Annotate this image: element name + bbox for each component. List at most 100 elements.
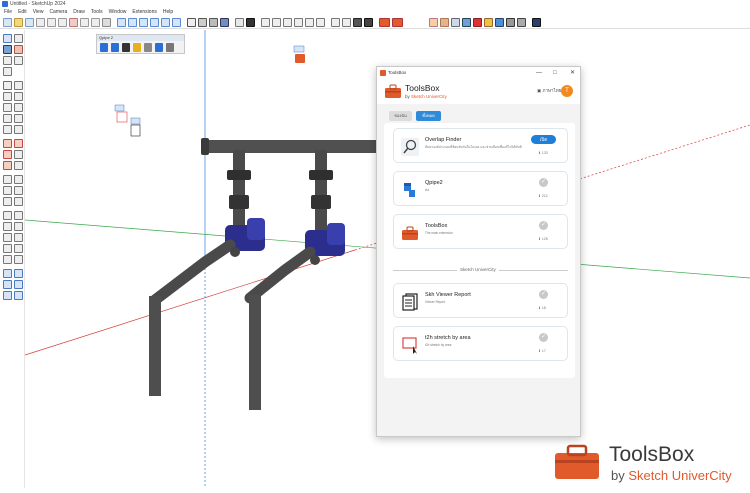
menu-window[interactable]: Window: [109, 8, 127, 16]
redo-icon[interactable]: [91, 17, 100, 27]
paint-icon[interactable]: [14, 56, 23, 65]
section-plane-icon[interactable]: [14, 255, 23, 264]
menu-help[interactable]: Help: [163, 8, 173, 16]
print-icon[interactable]: [102, 17, 111, 27]
tag-icon[interactable]: [440, 17, 449, 27]
copy-icon[interactable]: [47, 17, 56, 27]
tab-mine[interactable]: ของฉัน: [389, 111, 412, 121]
pipe-grey-icon[interactable]: [144, 43, 152, 52]
push-pull-icon[interactable]: [14, 139, 23, 148]
arc3-icon[interactable]: [3, 125, 12, 134]
shaded-icon[interactable]: [220, 17, 229, 27]
tape-icon[interactable]: [3, 175, 12, 184]
section-icon[interactable]: [283, 17, 292, 27]
sandbox4-icon[interactable]: [14, 280, 23, 289]
back-view-icon[interactable]: [161, 17, 170, 27]
3d-text-icon[interactable]: [14, 197, 23, 206]
undo-icon[interactable]: [80, 17, 89, 27]
top-view-icon[interactable]: [128, 17, 137, 27]
user-icon[interactable]: [532, 17, 541, 27]
close-button[interactable]: ✕: [570, 67, 575, 79]
dimension-icon[interactable]: [294, 17, 303, 27]
iso-view-icon[interactable]: [117, 17, 126, 27]
rotated-rect-icon[interactable]: [14, 92, 23, 101]
scale-icon[interactable]: [3, 161, 12, 170]
line-icon[interactable]: [3, 81, 12, 90]
xray-icon[interactable]: [187, 17, 196, 27]
language-toggle[interactable]: ▣ ภาษาไทย: [537, 87, 561, 94]
look-around-icon[interactable]: [3, 255, 12, 264]
gear-icon[interactable]: [484, 17, 493, 27]
freehand-icon[interactable]: [14, 81, 23, 90]
toolsbox-alt-icon[interactable]: [392, 17, 403, 27]
zoom-extents-icon[interactable]: [3, 233, 12, 242]
right-view-icon[interactable]: [150, 17, 159, 27]
walk-icon[interactable]: [14, 244, 23, 253]
pipe-blue3-icon[interactable]: [155, 43, 163, 52]
components-icon[interactable]: [235, 17, 244, 27]
paste-icon[interactable]: [58, 17, 67, 27]
lasso-icon[interactable]: [14, 34, 23, 43]
menu-extensions[interactable]: Extensions: [132, 8, 156, 16]
open-file-icon[interactable]: [14, 17, 23, 27]
hidden-line-icon[interactable]: [209, 17, 218, 27]
arc-icon[interactable]: [3, 114, 12, 123]
save-icon[interactable]: [25, 17, 34, 27]
minimize-button[interactable]: —: [536, 67, 542, 79]
left-view-icon[interactable]: [172, 17, 181, 27]
eraser-icon[interactable]: [14, 45, 23, 54]
pipe-elbow-icon[interactable]: [133, 43, 141, 52]
menu-file[interactable]: File: [4, 8, 12, 16]
pie-icon[interactable]: [14, 125, 23, 134]
cube-dark-icon[interactable]: [364, 17, 373, 27]
extension-card-toolsbox[interactable]: ToolsBox The main extension ✓ ⬇ 125: [393, 214, 568, 249]
qpipe-floating-toolbar[interactable]: Qpipe 2: [96, 34, 185, 54]
pipe-blue-icon[interactable]: [100, 43, 108, 52]
link-icon[interactable]: [495, 17, 504, 27]
marker-icon[interactable]: [473, 17, 482, 27]
axes-icon[interactable]: [316, 17, 325, 27]
zoom-window-icon[interactable]: [14, 222, 23, 231]
rotate-icon[interactable]: [3, 150, 12, 159]
toolsbox-icon[interactable]: [379, 17, 390, 27]
orbit-icon[interactable]: [3, 211, 12, 220]
axes-tool-icon[interactable]: [3, 197, 12, 206]
follow-me-icon[interactable]: [14, 150, 23, 159]
open-button[interactable]: เปิด: [531, 135, 556, 144]
sandbox2-icon[interactable]: [14, 269, 23, 278]
pipe-tool-icon[interactable]: [429, 17, 438, 27]
cut-icon[interactable]: [36, 17, 45, 27]
pipe-dark-icon[interactable]: [122, 43, 130, 52]
zoom-icon[interactable]: [3, 222, 12, 231]
menu-draw[interactable]: Draw: [73, 8, 85, 16]
sphere-icon[interactable]: [517, 17, 526, 27]
eraser2-icon[interactable]: [3, 67, 12, 76]
wireframe-icon[interactable]: [198, 17, 207, 27]
sandbox-icon[interactable]: [3, 269, 12, 278]
menu-view[interactable]: View: [33, 8, 44, 16]
menu-edit[interactable]: Edit: [18, 8, 27, 16]
select-icon[interactable]: [3, 34, 12, 43]
arc2-icon[interactable]: [14, 114, 23, 123]
position-camera-icon[interactable]: [3, 244, 12, 253]
box-icon[interactable]: [272, 17, 281, 27]
sandbox6-icon[interactable]: [14, 291, 23, 300]
tag-tool-icon[interactable]: [3, 56, 12, 65]
person-icon[interactable]: [246, 17, 255, 27]
text-icon[interactable]: [305, 17, 314, 27]
cube-outline-icon[interactable]: [342, 17, 351, 27]
extension-card-qpipe2[interactable]: Qpipe2 ท่อ ✓ ⬇ 212: [393, 171, 568, 206]
component-icon[interactable]: [3, 45, 12, 54]
circle-icon[interactable]: [3, 103, 12, 112]
offset-icon[interactable]: [14, 161, 23, 170]
pipe-blue2-icon[interactable]: [111, 43, 119, 52]
sandbox5-icon[interactable]: [3, 291, 12, 300]
sandbox3-icon[interactable]: [3, 280, 12, 289]
pipe-grid-icon[interactable]: [166, 43, 174, 52]
menu-tools[interactable]: Tools: [91, 8, 103, 16]
tab-all[interactable]: ทั้งหมด: [416, 111, 441, 121]
polygon-icon[interactable]: [14, 103, 23, 112]
cube-icon[interactable]: [331, 17, 340, 27]
new-file-icon[interactable]: [3, 17, 12, 27]
dimension-tool-icon[interactable]: [14, 175, 23, 184]
